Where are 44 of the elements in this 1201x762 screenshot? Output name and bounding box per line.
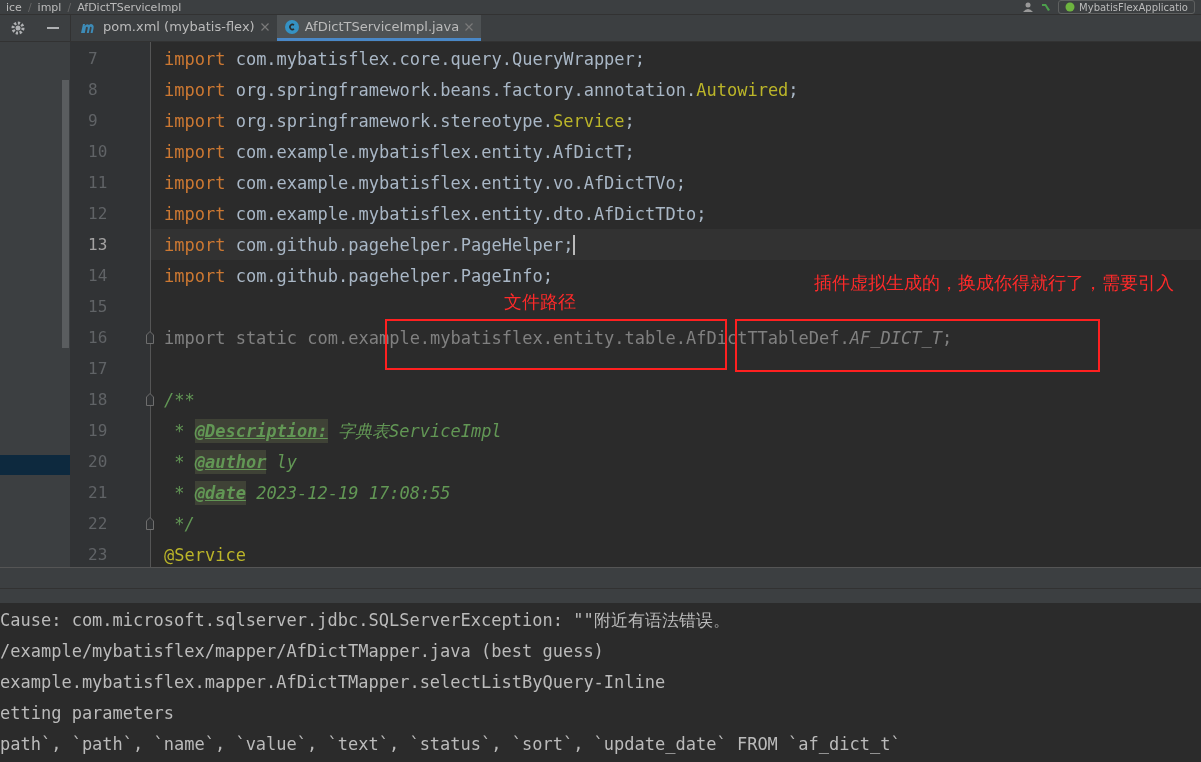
editor-tab[interactable]: AfDictTServiceImpl.java [276,15,482,41]
code-line: import com.example.mybatisflex.entity.vo.AfDictTVo; [164,171,686,195]
close-icon[interactable] [260,22,269,31]
run-configuration-label: MybatisFlexApplicatio [1079,1,1188,13]
code-line: import com.github.pagehelper.PageHelper; [164,233,576,257]
console-line: example.mybatisflex.mapper.AfDictTMapper.selectListByQuery-Inline [0,671,667,694]
breadcrumb-separator: / [67,0,72,14]
code-line: * @date 2023-12-19 17:08:55 [173,480,451,505]
fold-icon[interactable] [146,393,154,406]
fold-icon[interactable] [146,331,154,344]
console-line: Cause: com.microsoft.sqlserver.jdbc.SQLServerException: ""附近有语法错误。 [0,609,731,632]
line-number: 13 [87,234,109,256]
class-icon [284,19,299,34]
close-icon[interactable] [465,22,474,31]
annotation-label: 插件虚拟生成的，换成你得就行了，需要引入 [814,271,1174,295]
fold-icon[interactable] [146,517,154,530]
breadcrumb-item[interactable]: impl [37,0,62,14]
code-line: import org.springframework.stereotype.Service; [164,109,635,133]
console-line: etting parameters [0,702,175,725]
code-line: /** [164,388,195,412]
scrollbar-thumb[interactable] [62,80,69,348]
code-line: import com.github.pagehelper.PageInfo; [164,264,553,288]
breadcrumb-item[interactable]: ice [6,0,22,14]
editor-tab[interactable]: pom.xml (mybatis-flex) [71,15,277,41]
breadcrumb-separator: / [27,0,32,14]
code-line: import com.mybatisflex.core.query.QueryWrapper; [164,47,646,71]
code-line: import com.example.mybatisflex.entity.AfDictT; [164,140,635,164]
console-line: /example/mybatisflex/mapper/AfDictTMapper.java (best guess) [0,640,605,663]
code-line: import com.example.mybatisflex.entity.dto.AfDictTDto; [164,202,707,226]
console-line: path`, `path`, `name`, `value`, `text`, `status`, `sort`, `update_date` FROM `af_dict_t` [0,733,902,756]
settings-icon[interactable] [11,21,25,35]
tab-label: pom.xml (mybatis-flex) [103,19,255,34]
text-caret [573,234,576,255]
user-icon[interactable] [1022,2,1035,12]
breadcrumb-item[interactable]: AfDictTServiceImpl [77,0,182,14]
code-line: @Service [164,543,246,567]
annotation-label: 文件路径 [504,290,576,314]
spring-icon [1065,2,1076,12]
code-line: import org.springframework.beans.factory.annotation.Autowired; [164,78,799,102]
tab-label: AfDictTServiceImpl.java [304,19,460,34]
code-line: */ [173,512,195,536]
code-line: * @author ly [173,449,298,474]
run-configuration[interactable]: MybatisFlexApplicatio [1058,0,1195,14]
code-line: * @Description: 字典表ServiceImpl [173,418,502,443]
